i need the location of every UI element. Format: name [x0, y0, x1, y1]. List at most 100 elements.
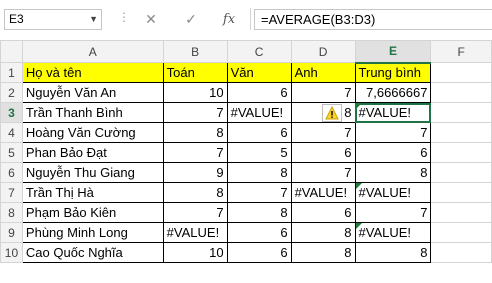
row-header[interactable]: 3: [0, 102, 23, 123]
cell-a6[interactable]: Nguyễn Thu Giang: [21, 162, 164, 183]
cell-a10[interactable]: Cao Quốc Nghĩa: [21, 242, 164, 263]
cell-a8[interactable]: Phạm Bảo Kiên: [21, 202, 164, 223]
cell-e7[interactable]: #VALUE!: [354, 182, 432, 203]
cell-f5[interactable]: [430, 142, 492, 163]
cell-a4[interactable]: Hoàng Văn Cường: [21, 122, 164, 143]
cell-f6[interactable]: [430, 162, 492, 183]
cell-b1[interactable]: Toán: [162, 62, 228, 83]
cell-b2[interactable]: 10: [162, 82, 228, 103]
cell-b7[interactable]: 8: [162, 182, 228, 203]
warning-icon[interactable]: [322, 104, 342, 122]
cell-a9[interactable]: Phùng Minh Long: [21, 222, 164, 243]
cell-f8[interactable]: [430, 202, 492, 223]
formula-bar-divider: [250, 8, 251, 30]
table-row: 2 Nguyễn Văn An 10 6 7 7,6666667: [0, 82, 492, 103]
more-options-icon[interactable]: ⋮: [118, 10, 130, 24]
table-row: 6 Nguyễn Thu Giang 9 8 7 8: [0, 162, 492, 183]
column-header-e[interactable]: E: [354, 40, 432, 64]
enter-button[interactable]: ✓: [180, 9, 202, 30]
column-header-b[interactable]: B: [162, 40, 228, 63]
cell-c6[interactable]: 8: [226, 162, 292, 183]
cell-f9[interactable]: [430, 222, 492, 243]
row-header[interactable]: 10: [0, 242, 23, 263]
column-header-row: A B C D E F: [0, 40, 492, 64]
cell-b6[interactable]: 9: [162, 162, 228, 183]
row-header[interactable]: 9: [0, 222, 23, 243]
worksheet-grid: A B C D E F 1 Họ và tên Toán Văn Anh Trung bì…: [0, 40, 492, 263]
cell-a3[interactable]: Trần Thanh Bình: [21, 102, 164, 123]
cell-c3[interactable]: #VALUE!: [226, 102, 292, 123]
name-box-value: E3: [9, 12, 24, 26]
name-box[interactable]: E3 ▼: [4, 9, 102, 30]
column-header-c[interactable]: C: [226, 40, 292, 63]
cell-a7[interactable]: Trần Thị Hà: [21, 182, 164, 203]
cell-d10[interactable]: 8: [290, 242, 356, 263]
column-header-d[interactable]: D: [290, 40, 356, 63]
table-row: 1 Họ và tên Toán Văn Anh Trung bình: [0, 62, 492, 83]
cell-d4[interactable]: 7: [290, 122, 356, 143]
cell-f7[interactable]: [430, 182, 492, 203]
cell-d9[interactable]: 8: [290, 222, 356, 243]
row-header[interactable]: 2: [0, 82, 23, 103]
error-indicator: [356, 223, 362, 229]
cell-f4[interactable]: [430, 122, 492, 143]
formula-input[interactable]: =AVERAGE(B3:D3): [254, 9, 492, 30]
cell-b4[interactable]: 8: [162, 122, 228, 143]
row-header[interactable]: 7: [0, 182, 23, 203]
cell-e6[interactable]: 8: [354, 162, 432, 183]
row-header[interactable]: 5: [0, 142, 23, 163]
insert-function-button[interactable]: fx: [218, 9, 240, 30]
table-row: 9 Phùng Minh Long #VALUE! 6 8 #VALUE!: [0, 222, 492, 243]
cell-e8[interactable]: 7: [354, 202, 432, 223]
cell-b9[interactable]: #VALUE!: [162, 222, 228, 243]
cell-c10[interactable]: 6: [226, 242, 292, 263]
cell-a5[interactable]: Phan Bảo Đạt: [21, 142, 164, 163]
column-header-a[interactable]: A: [21, 40, 164, 63]
cell-d1[interactable]: Anh: [290, 62, 356, 83]
error-indicator: [356, 103, 362, 109]
cell-e3[interactable]: #VALUE!: [354, 102, 432, 123]
cell-e9[interactable]: #VALUE!: [354, 222, 432, 243]
cell-d8[interactable]: 6: [290, 202, 356, 223]
select-all-corner[interactable]: [0, 40, 23, 63]
cell-f1[interactable]: [430, 62, 492, 83]
table-row: 5 Phan Bảo Đạt 7 5 6 6: [0, 142, 492, 163]
cell-e4[interactable]: 7: [354, 122, 432, 143]
row-header[interactable]: 6: [0, 162, 23, 183]
table-row: 8 Phạm Bảo Kiên 7 8 6 7: [0, 202, 492, 223]
cell-d6[interactable]: 7: [290, 162, 356, 183]
excel-window: E3 ▼ ⋮ ✕ ✓ fx =AVERAGE(B3:D3) A B C D E …: [0, 0, 492, 283]
cell-e2[interactable]: 7,6666667: [354, 82, 432, 103]
cell-f3[interactable]: [430, 102, 492, 123]
error-indicator: [356, 183, 362, 189]
cell-d7[interactable]: #VALUE!: [290, 182, 356, 203]
cell-a1[interactable]: Họ và tên: [21, 62, 164, 83]
cancel-button[interactable]: ✕: [140, 9, 162, 30]
cell-c1[interactable]: Văn: [226, 62, 292, 83]
cell-b8[interactable]: 7: [162, 202, 228, 223]
cell-c7[interactable]: 7: [226, 182, 292, 203]
cell-e5[interactable]: 6: [354, 142, 432, 163]
cell-c8[interactable]: 8: [226, 202, 292, 223]
table-row: 4 Hoàng Văn Cường 8 6 7 7: [0, 122, 492, 143]
chevron-down-icon[interactable]: ▼: [89, 10, 98, 29]
row-header[interactable]: 8: [0, 202, 23, 223]
cell-c9[interactable]: 6: [226, 222, 292, 243]
column-header-f[interactable]: F: [430, 40, 492, 63]
row-header[interactable]: 4: [0, 122, 23, 143]
cell-d2[interactable]: 7: [290, 82, 356, 103]
cell-f2[interactable]: [430, 82, 492, 103]
cell-c4[interactable]: 6: [226, 122, 292, 143]
cell-b5[interactable]: 7: [162, 142, 228, 163]
cell-d5[interactable]: 6: [290, 142, 356, 163]
cell-c2[interactable]: 6: [226, 82, 292, 103]
cell-c5[interactable]: 5: [226, 142, 292, 163]
cell-a2[interactable]: Nguyễn Văn An: [21, 82, 164, 103]
cell-b10[interactable]: 10: [162, 242, 228, 263]
cell-e10[interactable]: 8: [354, 242, 432, 263]
cell-b3[interactable]: 7: [162, 102, 228, 123]
row-header[interactable]: 1: [0, 62, 23, 83]
cell-f10[interactable]: [430, 242, 492, 263]
table-row: 10 Cao Quốc Nghĩa 10 6 8 8: [0, 242, 492, 263]
cell-e1[interactable]: Trung bình: [354, 62, 432, 83]
